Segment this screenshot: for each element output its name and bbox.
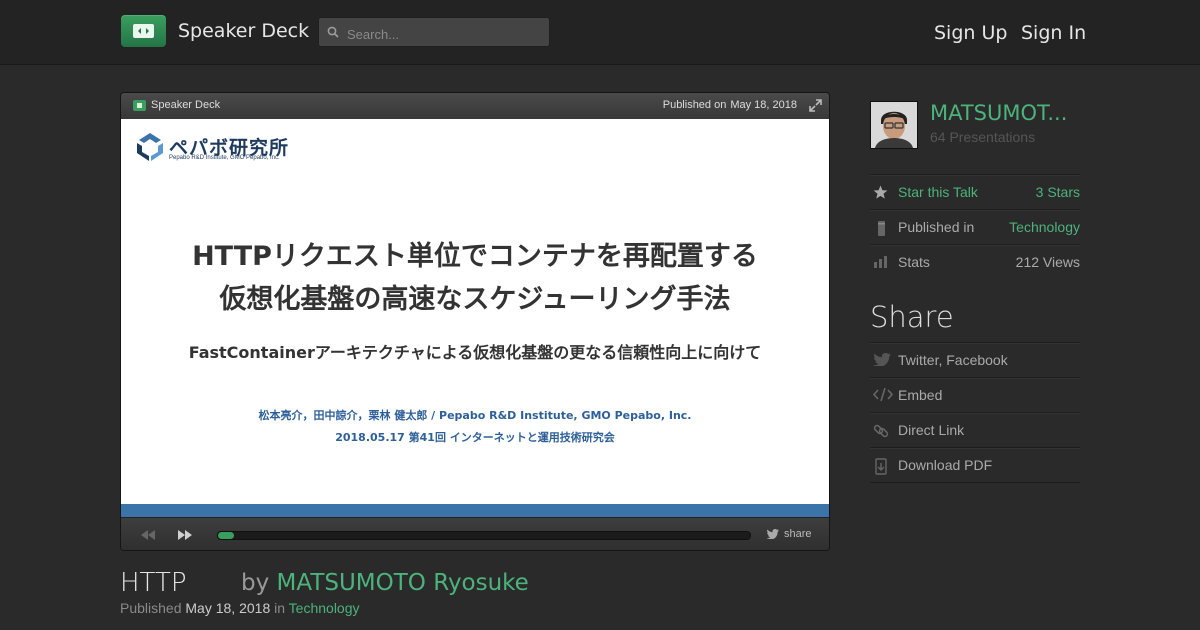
views-count: 212 Views [1015,254,1080,270]
slide-logo-subtext: Pepabo R&D Institute, GMO Pepabo, Inc. [169,155,280,161]
player-published-prefix: Published on [662,99,727,111]
star-count: 3 Stars [1035,184,1080,200]
sign-up-link[interactable]: Sign Up [934,22,1007,44]
share-link-label[interactable]: Direct Link [898,422,964,438]
player-published-date: May 18, 2018 [730,99,797,111]
published-in-label: Published in [898,219,975,235]
slide-title-line-1: HTTPリクエスト単位でコンテナを再配置する [192,241,758,272]
slide-credits: 松本亮介，田中諒介，栗林 健太郎 / Pepabo R&D Institute,… [121,405,829,449]
talk-by-prefix: by [241,570,270,596]
search-icon [327,26,339,38]
brand-name[interactable]: Speaker Deck [178,20,309,42]
bird-icon [766,529,779,540]
slide-subtitle: FastContainerアーキテクチャによる仮想化基盤の更なる信頼性向上に向け… [188,343,762,362]
share-link-row[interactable]: Direct Link [870,412,1080,448]
next-slide-icon[interactable] [178,530,192,540]
slide-event: 2018.05.17 第41回 インターネットと運用技術研究会 [335,431,615,444]
previous-slide-icon[interactable] [141,530,155,540]
slides-icon [133,24,154,38]
player-controls: share [121,517,829,550]
slide-player: Speaker Deck Published on May 18, 2018 ペパ… [120,92,830,551]
pepabo-logo-icon [137,133,163,161]
talk-meta: Published May 18, 2018 in Technology [120,600,360,616]
code-icon [873,388,893,401]
author-avatar[interactable] [870,101,918,149]
published-in-category-link[interactable]: Technology [1009,219,1080,235]
slide-footer-band [121,504,829,517]
speaker-deck-mini-logo-icon[interactable] [133,100,146,111]
star-talk-row[interactable]: Star this Talk 3 Stars [870,174,1080,210]
slide-authors: 松本亮介，田中諒介，栗林 健太郎 / Pepabo R&D Institute,… [258,409,692,422]
bar-chart-icon [874,256,887,268]
fullscreen-icon[interactable] [809,99,822,112]
star-icon [873,185,888,199]
download-pdf-row[interactable]: Download PDF [870,447,1080,483]
slide-title-line-2: 仮想化基盤の高速なスケジューリング手法 [219,284,731,315]
player-brand[interactable]: Speaker Deck [151,99,220,111]
bookmark-icon [878,221,885,236]
download-icon [875,458,887,475]
sidebar-author-name[interactable]: MATSUMOT... [930,101,1067,125]
talk-in-word: in [274,600,286,616]
sidebar-presentation-count: 64 Presentations [930,129,1036,145]
star-talk-label[interactable]: Star this Talk [898,184,978,200]
top-bar: Speaker Deck Sign Up Sign In [0,0,1200,65]
link-icon [873,424,889,438]
avatar-photo-icon [871,102,917,148]
talk-published-prefix: Published [120,600,182,616]
download-pdf-label[interactable]: Download PDF [898,457,992,473]
player-header: Speaker Deck Published on May 18, 2018 [121,93,829,119]
share-embed-row[interactable]: Embed [870,377,1080,413]
search-input[interactable] [345,23,549,45]
bird-icon [873,353,891,366]
share-social-label[interactable]: Twitter, Facebook [898,352,1008,368]
talk-byline: by MATSUMOTO Ryosuke [241,570,529,596]
speaker-deck-logo[interactable] [121,15,166,47]
stats-label: Stats [898,254,930,270]
slide-progress-fill [218,532,234,539]
share-social-row[interactable]: Twitter, Facebook [870,342,1080,378]
player-share-button[interactable]: share [766,528,812,540]
player-share-label: share [784,528,812,540]
share-heading: Share [870,300,954,334]
talk-author-link[interactable]: MATSUMOTO Ryosuke [277,570,529,596]
slide-frame[interactable]: ペパボ研究所 Pepabo R&D Institute, GMO Pepabo,… [121,119,829,517]
sign-in-link[interactable]: Sign In [1021,22,1086,44]
slide-title: HTTPリクエスト単位でコンテナを再配置する 仮想化基盤の高速なスケジューリング… [121,235,829,321]
published-in-row: Published in Technology [870,209,1080,245]
stats-row: Stats 212 Views [870,244,1080,280]
share-embed-label[interactable]: Embed [898,387,942,403]
player-published: Published on May 18, 2018 [663,99,797,111]
slide-progress-bar[interactable] [217,531,751,540]
talk-title: HTTP [120,568,187,598]
talk-published-date: May 18, 2018 [185,600,271,616]
talk-category-link[interactable]: Technology [289,600,360,616]
search-box[interactable] [318,17,550,47]
sidebar-bottom-divider [870,482,1080,483]
